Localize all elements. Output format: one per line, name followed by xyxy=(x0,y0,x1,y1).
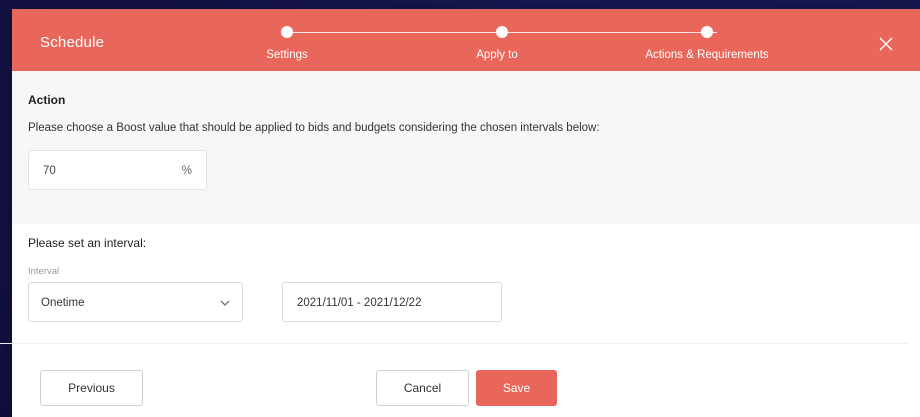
action-section xyxy=(12,71,920,224)
step-label-settings[interactable]: Settings xyxy=(266,49,308,61)
stepper-line xyxy=(287,32,502,33)
stepper-line xyxy=(502,32,717,33)
step-label-apply-to[interactable]: Apply to xyxy=(476,49,518,61)
step-dot-settings[interactable] xyxy=(281,26,293,38)
step-label-actions-requirements[interactable]: Actions & Requirements xyxy=(645,49,768,61)
date-range-input[interactable]: 2021/11/01 - 2021/12/22 xyxy=(282,282,502,322)
interval-field-label: Interval xyxy=(28,266,60,277)
interval-select[interactable]: Onetime xyxy=(28,282,243,322)
date-range-value: 2021/11/01 - 2021/12/22 xyxy=(297,297,422,309)
chevron-down-icon xyxy=(220,300,230,306)
step-dot-apply-to[interactable] xyxy=(496,26,508,38)
schedule-modal: Schedule Settings Apply to Actions & Req… xyxy=(12,9,920,417)
interval-heading: Please set an interval: xyxy=(28,236,147,250)
boost-value: 70 xyxy=(43,165,56,177)
close-icon[interactable] xyxy=(878,36,894,52)
interval-selected-value: Onetime xyxy=(41,297,85,309)
boost-unit: % xyxy=(181,165,192,177)
action-heading: Action xyxy=(28,93,66,107)
modal-title: Schedule xyxy=(40,34,105,51)
footer-divider xyxy=(0,343,908,344)
cancel-button[interactable]: Cancel xyxy=(376,370,469,406)
save-button[interactable]: Save xyxy=(476,370,557,406)
action-description: Please choose a Boost value that should … xyxy=(28,122,600,134)
boost-value-input[interactable]: 70 % xyxy=(28,150,207,190)
previous-button[interactable]: Previous xyxy=(40,370,143,406)
modal-header: Schedule Settings Apply to Actions & Req… xyxy=(12,9,920,71)
step-dot-actions-requirements[interactable] xyxy=(701,26,713,38)
